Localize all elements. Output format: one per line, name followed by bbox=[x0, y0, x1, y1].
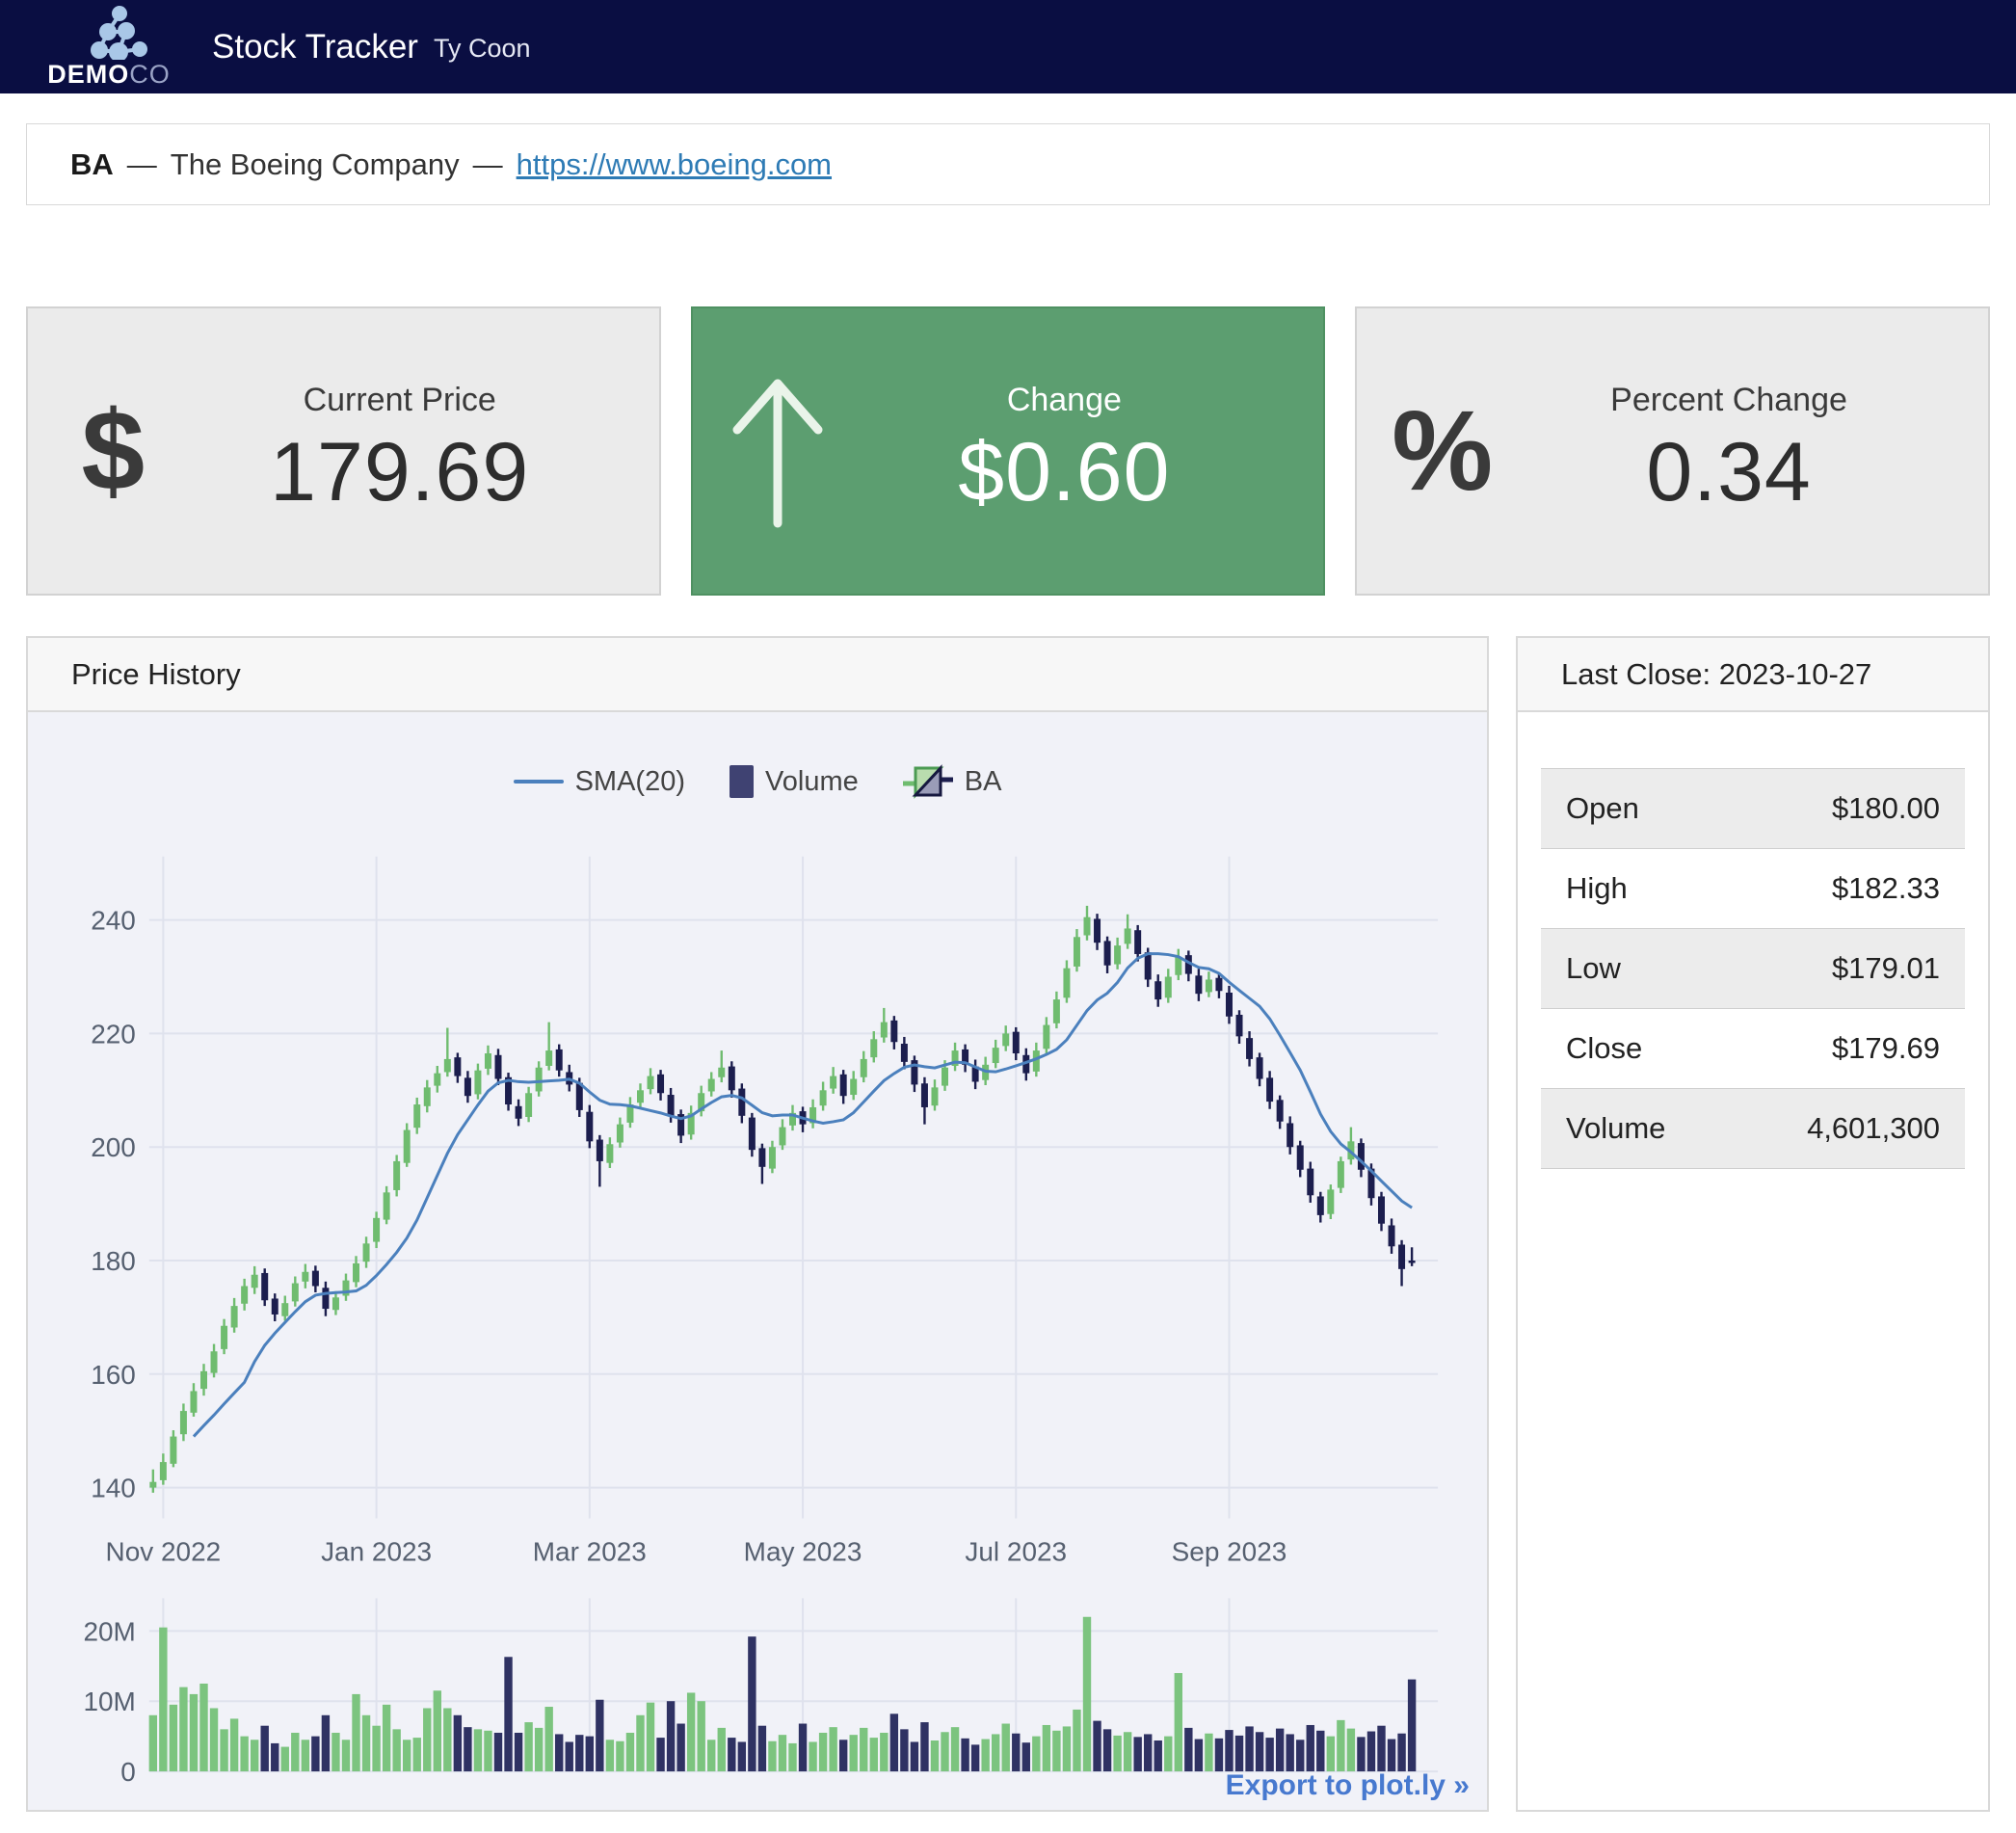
svg-text:May 2023: May 2023 bbox=[744, 1536, 862, 1566]
app-title: Stock Tracker bbox=[212, 28, 418, 66]
last-close-body: Open $180.00 High $182.33 Low $179.01 Cl… bbox=[1518, 712, 1988, 1810]
molecule-logo-icon bbox=[65, 6, 153, 60]
change-card: Change $0.60 bbox=[691, 306, 1326, 596]
price-history-title: Price History bbox=[28, 638, 1487, 712]
row-value: $180.00 bbox=[1732, 769, 1965, 849]
price-history-chart[interactable]: 140 160 180 200 220 240 0 10M 20M Nov 2022 Jan 202… bbox=[28, 712, 1487, 1810]
table-row-volume: Volume 4,601,300 bbox=[1541, 1089, 1965, 1169]
row-value: $179.01 bbox=[1732, 929, 1965, 1009]
svg-text:180: 180 bbox=[91, 1246, 136, 1276]
svg-text:Mar 2023: Mar 2023 bbox=[533, 1536, 647, 1566]
brand-light: CO bbox=[129, 60, 171, 89]
svg-text:200: 200 bbox=[91, 1132, 136, 1162]
svg-text:160: 160 bbox=[91, 1360, 136, 1390]
candlestick-icon bbox=[903, 762, 953, 801]
legend-volume-label: Volume bbox=[765, 766, 859, 798]
svg-text:Jan 2023: Jan 2023 bbox=[321, 1536, 432, 1566]
current-price-card: $ Current Price 179.69 bbox=[26, 306, 661, 596]
legend-item-volume[interactable]: Volume bbox=[729, 765, 859, 798]
export-plotly-link[interactable]: Export to plot.ly » bbox=[1226, 1769, 1470, 1802]
table-row-high: High $182.33 bbox=[1541, 849, 1965, 929]
percent-change-card: % Percent Change 0.34 bbox=[1355, 306, 1990, 596]
legend-item-sma[interactable]: SMA(20) bbox=[514, 766, 685, 798]
percent-change-value: 0.34 bbox=[1646, 425, 1811, 520]
svg-text:10M: 10M bbox=[83, 1687, 135, 1716]
svg-text:Nov 2022: Nov 2022 bbox=[106, 1536, 222, 1566]
table-row-open: Open $180.00 bbox=[1541, 769, 1965, 849]
legend-ba-label: BA bbox=[965, 766, 1002, 798]
svg-text:220: 220 bbox=[91, 1019, 136, 1049]
ohlc-table: Open $180.00 High $182.33 Low $179.01 Cl… bbox=[1541, 768, 1965, 1169]
sma-line-icon bbox=[514, 780, 564, 784]
table-row-close: Close $179.69 bbox=[1541, 1009, 1965, 1089]
company-website-link[interactable]: https://www.boeing.com bbox=[517, 147, 832, 182]
change-value: $0.60 bbox=[958, 425, 1170, 520]
app-subtitle: Ty Coon bbox=[434, 34, 531, 64]
last-close-panel: Last Close: 2023-10-27 Open $180.00 High… bbox=[1516, 636, 1990, 1812]
percent-icon: % bbox=[1392, 385, 1493, 517]
main-panels: Price History 140 160 180 200 220 240 0 10M 20M N… bbox=[26, 636, 1990, 1812]
legend-item-ba[interactable]: BA bbox=[903, 762, 1002, 801]
row-value: $179.69 bbox=[1732, 1009, 1965, 1089]
row-label: Open bbox=[1541, 769, 1732, 849]
svg-text:140: 140 bbox=[91, 1474, 136, 1503]
current-price-label: Current Price bbox=[304, 382, 496, 419]
ticker-symbol: BA bbox=[70, 147, 114, 182]
row-label: Volume bbox=[1541, 1089, 1732, 1169]
brand-logo: DEMOCO bbox=[17, 6, 200, 88]
row-value: 4,601,300 bbox=[1732, 1089, 1965, 1169]
svg-text:0: 0 bbox=[120, 1757, 136, 1787]
company-name: The Boeing Company bbox=[171, 147, 460, 182]
change-label: Change bbox=[1007, 382, 1122, 419]
brand-wordmark: DEMOCO bbox=[47, 62, 171, 88]
brand-bold: DEMO bbox=[47, 60, 129, 89]
row-value: $182.33 bbox=[1732, 849, 1965, 929]
arrow-up-icon bbox=[720, 355, 836, 547]
separator-dash: — bbox=[473, 147, 503, 182]
row-label: Close bbox=[1541, 1009, 1732, 1089]
dollar-icon: $ bbox=[82, 385, 146, 517]
percent-change-label: Percent Change bbox=[1610, 382, 1847, 419]
top-navbar: DEMOCO Stock Tracker Ty Coon bbox=[0, 0, 2016, 93]
company-info-bar: BA — The Boeing Company — https://www.bo… bbox=[26, 123, 1990, 205]
svg-text:Jul 2023: Jul 2023 bbox=[965, 1536, 1067, 1566]
row-label: Low bbox=[1541, 929, 1732, 1009]
svg-text:Sep 2023: Sep 2023 bbox=[1172, 1536, 1287, 1566]
candlestick-volume-chart[interactable]: 140 160 180 200 220 240 0 10M 20M Nov 2022 Jan 202… bbox=[28, 712, 1487, 1810]
separator-dash: — bbox=[127, 147, 157, 182]
table-row-low: Low $179.01 bbox=[1541, 929, 1965, 1009]
svg-text:20M: 20M bbox=[83, 1616, 135, 1646]
last-close-title: Last Close: 2023-10-27 bbox=[1518, 638, 1988, 712]
svg-text:240: 240 bbox=[91, 906, 136, 936]
current-price-value: 179.69 bbox=[270, 425, 529, 520]
legend-sma-label: SMA(20) bbox=[575, 766, 685, 798]
volume-swatch-icon bbox=[729, 765, 754, 798]
row-label: High bbox=[1541, 849, 1732, 929]
price-history-panel: Price History 140 160 180 200 220 240 0 10M 20M N… bbox=[26, 636, 1489, 1812]
stat-cards-row: $ Current Price 179.69 Change $0.60 % Pe… bbox=[26, 306, 1990, 596]
